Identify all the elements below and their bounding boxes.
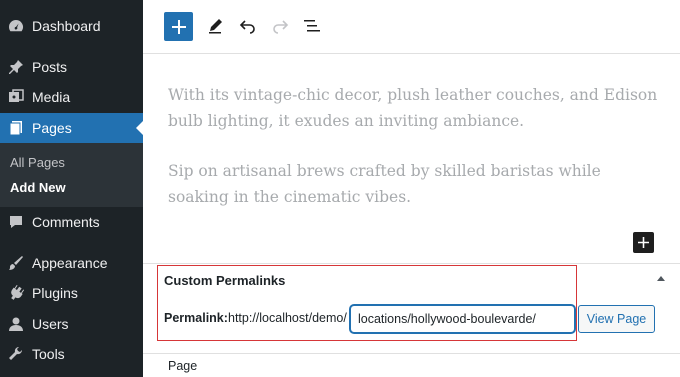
sidebar-item-appearance[interactable]: Appearance (0, 248, 143, 278)
editor-content[interactable]: With its vintage-chic decor, plush leath… (168, 82, 658, 234)
sidebar-item-users[interactable]: Users (0, 309, 143, 339)
user-icon (8, 316, 24, 332)
plugin-icon (8, 285, 24, 301)
pages-icon (8, 120, 24, 136)
block-inserter-button[interactable] (164, 12, 193, 41)
media-icon (8, 89, 24, 105)
submenu-item-all-pages[interactable]: All Pages (10, 155, 65, 170)
page-panel-tab[interactable]: Page (168, 359, 197, 373)
editor-toolbar (143, 0, 680, 54)
dashboard-icon (8, 18, 24, 34)
plus-icon (171, 19, 186, 34)
custom-permalinks-title[interactable]: Custom Permalinks (164, 273, 285, 288)
sidebar-item-label: Appearance (32, 255, 108, 271)
sidebar-item-label: Tools (32, 346, 65, 362)
document-overview-button[interactable] (301, 15, 323, 37)
tools-button[interactable] (205, 15, 227, 37)
pin-icon (8, 59, 24, 75)
sidebar-item-tools[interactable]: Tools (0, 339, 143, 369)
sidebar-item-pages[interactable]: Pages (0, 113, 143, 143)
paragraph-block[interactable]: With its vintage-chic decor, plush leath… (168, 82, 658, 134)
view-page-button[interactable]: View Page (578, 305, 655, 333)
sidebar-item-label: Plugins (32, 285, 78, 301)
sidebar-item-label: Dashboard (32, 18, 101, 34)
permalink-label: Permalink: (164, 311, 228, 325)
collapse-arrow-icon[interactable] (657, 276, 665, 281)
sidebar-item-dashboard[interactable]: Dashboard (0, 11, 143, 41)
wrench-icon (8, 346, 24, 362)
redo-button[interactable] (269, 15, 291, 37)
sidebar-item-label: Posts (32, 59, 68, 75)
redo-icon (273, 20, 289, 34)
sidebar-item-label: Media (32, 89, 71, 105)
comment-icon (8, 214, 24, 230)
admin-sidebar: Dashboard Posts Media Pages All Pages Ad… (0, 0, 143, 377)
permalink-input[interactable] (350, 305, 575, 333)
submenu-item-add-new[interactable]: Add New (10, 180, 66, 195)
divider (143, 263, 680, 264)
sidebar-item-label: Pages (32, 120, 72, 136)
brush-icon (8, 255, 24, 271)
sidebar-item-label: Users (32, 316, 69, 332)
list-view-icon (304, 20, 320, 32)
sidebar-item-posts[interactable]: Posts (0, 52, 143, 82)
sidebar-item-plugins[interactable]: Plugins (0, 278, 143, 308)
pages-submenu: All Pages Add New (0, 143, 143, 207)
undo-button[interactable] (237, 15, 259, 37)
sidebar-item-media[interactable]: Media (0, 82, 143, 112)
sidebar-item-comments[interactable]: Comments (0, 207, 143, 237)
undo-icon (239, 20, 255, 34)
paragraph-block[interactable]: Sip on artisanal brews crafted by skille… (168, 158, 658, 210)
permalink-base-url: http://localhost/demo/ (228, 311, 347, 325)
add-block-button[interactable] (633, 232, 654, 253)
sidebar-item-label: Comments (32, 214, 100, 230)
divider (143, 353, 680, 354)
pencil-icon (209, 19, 222, 34)
plus-icon (638, 237, 649, 248)
